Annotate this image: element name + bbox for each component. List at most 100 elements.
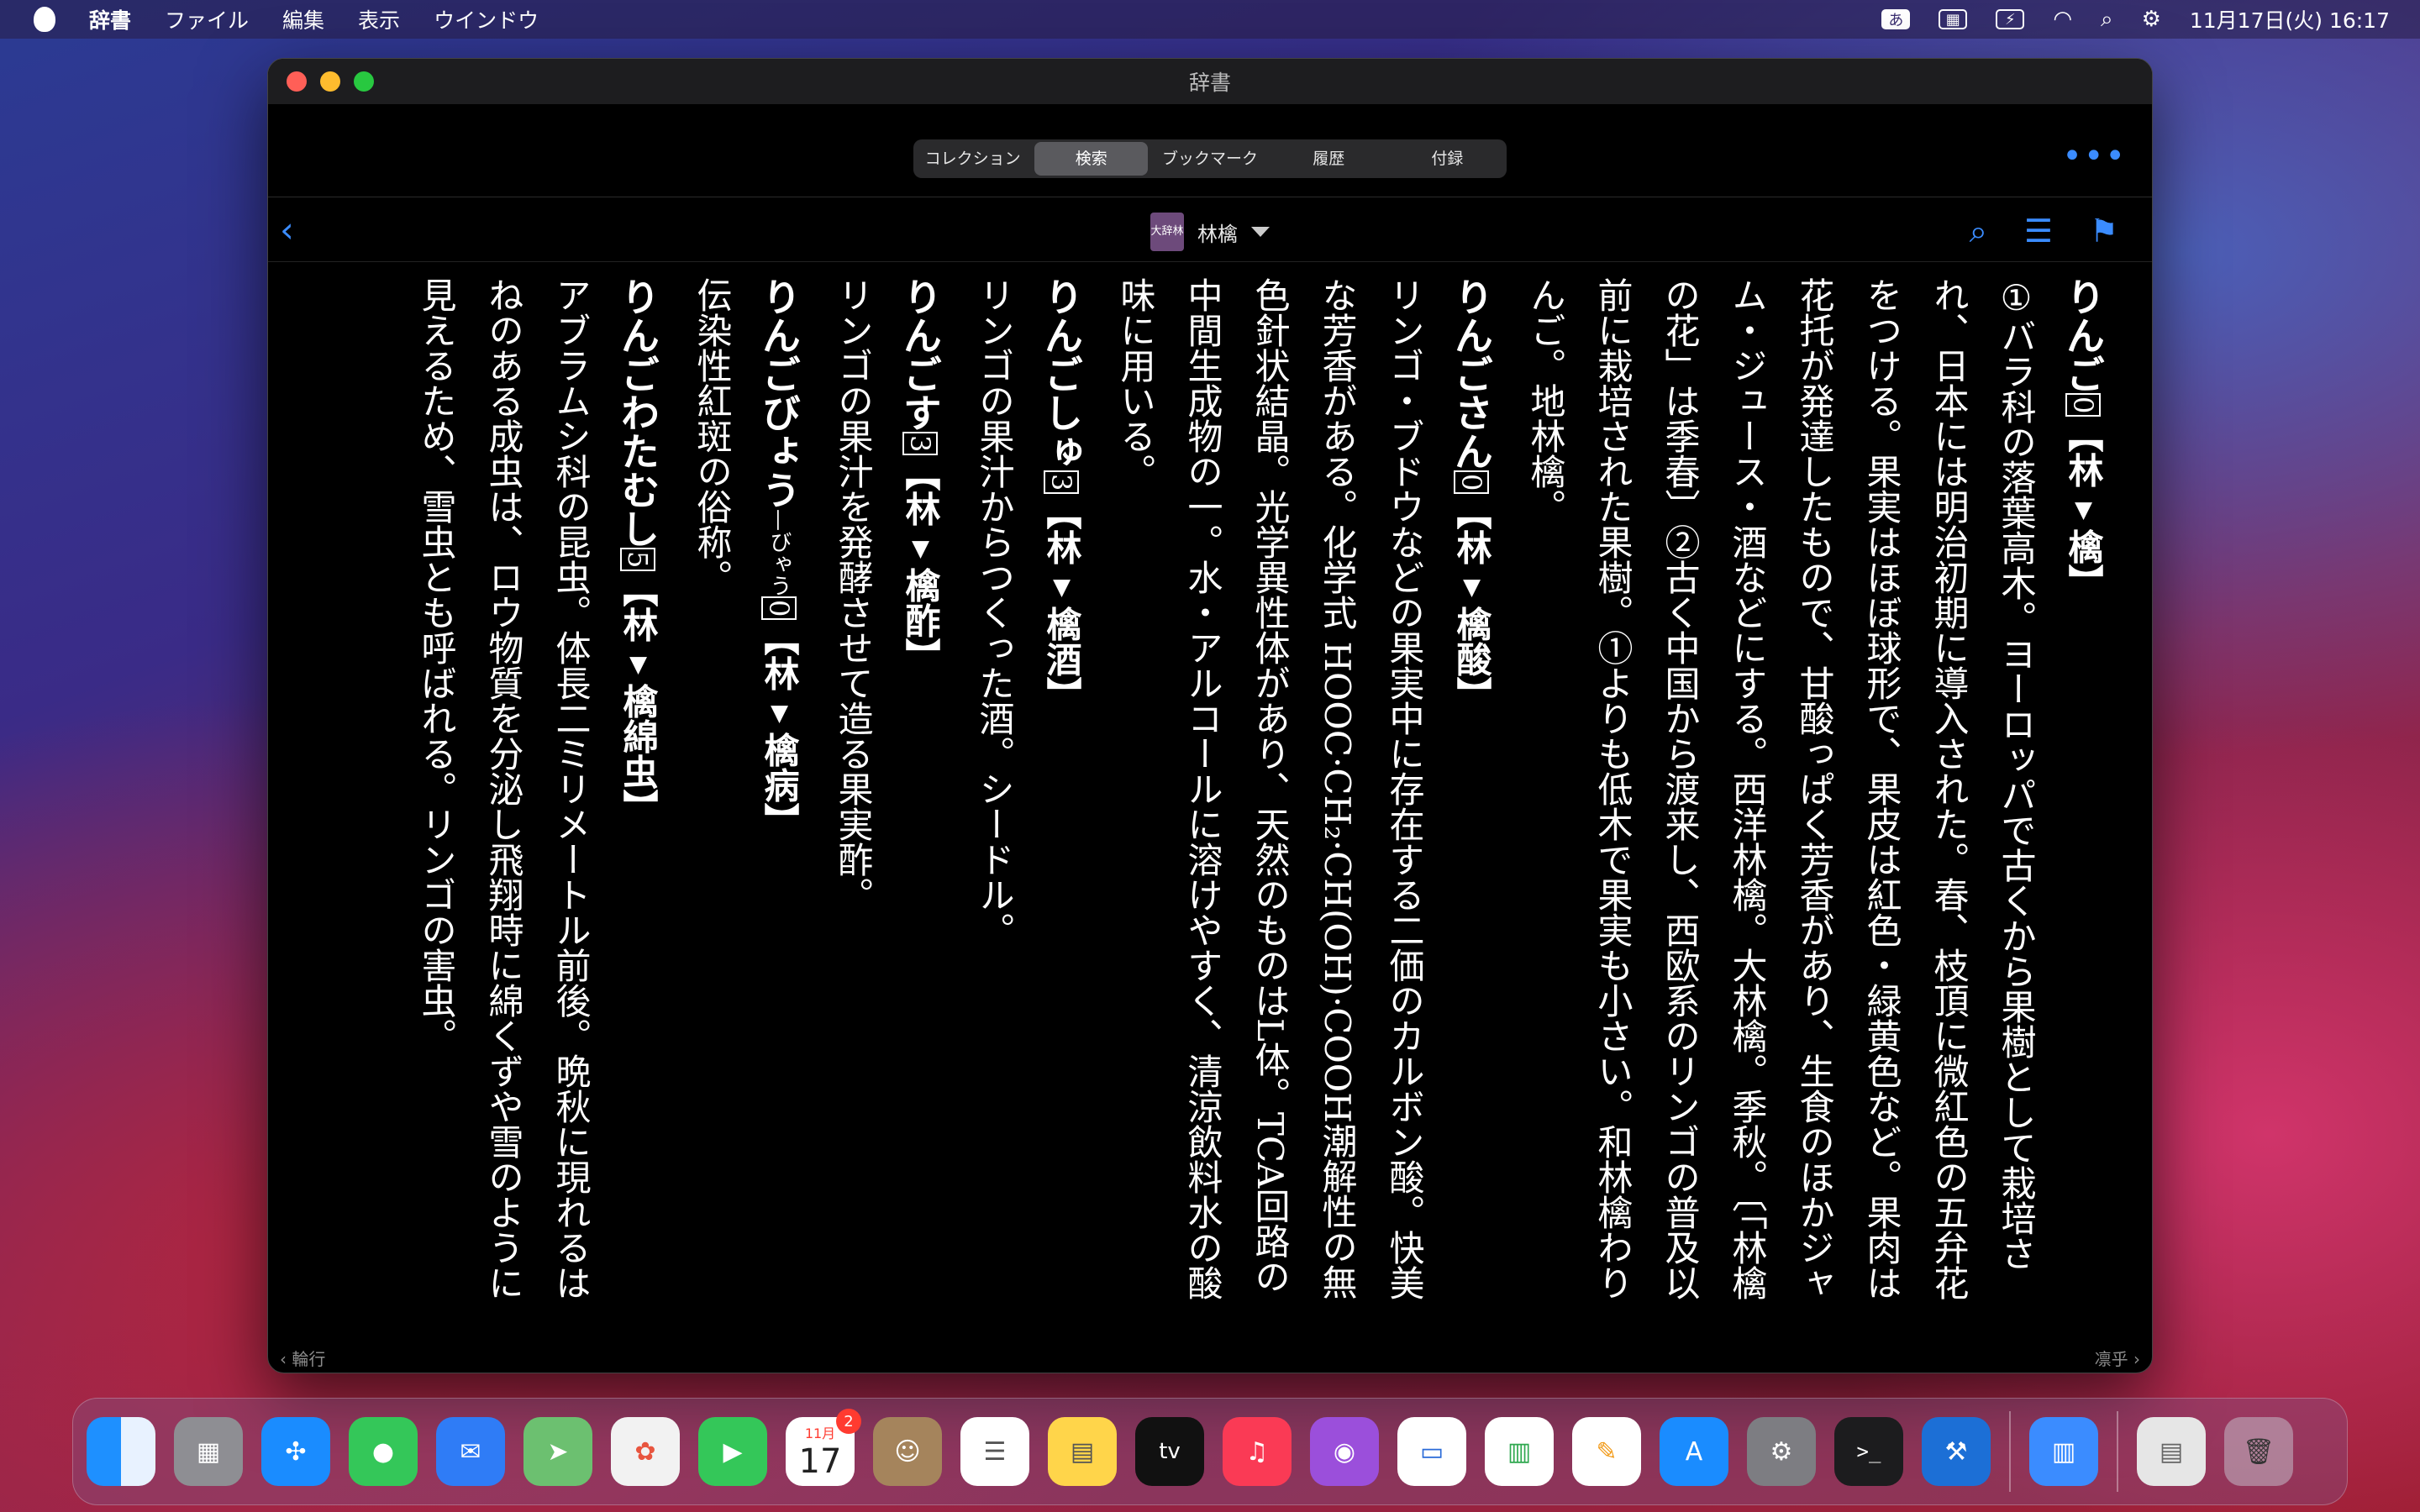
menu-view[interactable]: 表示	[358, 4, 400, 34]
accent-mark: 0	[2065, 393, 2101, 417]
entry-definition: リンゴ・ブドウなどの果実中に存在する二価のカルボン酸。快美な芳香がある。化学式 …	[1115, 277, 1425, 1300]
dictionary-selector[interactable]: 大辞林 林檎	[1150, 213, 1270, 251]
messages-icon[interactable]: ●	[349, 1417, 418, 1486]
dictionary-entry: りんごわたむし5【林▾檎綿虫】 アブラムシ科の昆虫。体長二ミリメートル前後。晩秋…	[402, 277, 671, 1302]
dropdown-caret-icon	[1251, 227, 1270, 237]
tab-bookmarks[interactable]: ブックマーク	[1153, 142, 1266, 176]
accent-mark: 5	[620, 548, 655, 572]
list-icon[interactable]: ☰	[2024, 213, 2053, 250]
dictionary-entry: りんご0【林▾檎】 ①バラ科の落葉高木。ヨーロッパで古くから果樹として栽培され、…	[1512, 277, 2117, 1302]
dictionary-entry: りんごす3【林▾檎酢】 リンゴの果汁を発酵させて造る果実酢。	[819, 277, 954, 1302]
menu-bar: 辞書 ファイル 編集 表示 ウインドウ あ ▦ ⚡ ◠ ⌕ ⚙ 11月17日(火…	[0, 0, 2420, 39]
system-preferences-icon[interactable]: ⚙	[1747, 1417, 1816, 1486]
entry-definition: リンゴの果汁を発酵させて造る果実酢。	[833, 277, 874, 912]
mail-icon[interactable]: ✉	[436, 1417, 505, 1486]
title-bar: 辞書	[268, 59, 2152, 104]
bookmark-icon[interactable]: ⚑	[2090, 213, 2118, 250]
dock: ▦ ✣ ● ✉ ➤ ✿ ▶ 11月 17 2 ☺ ☰ ▤ tv ♫ ◉ ▭ ▥ …	[72, 1398, 2348, 1505]
accent-mark: 3	[902, 432, 938, 456]
tab-search[interactable]: 検索	[1034, 142, 1149, 176]
menu-file[interactable]: ファイル	[165, 4, 249, 34]
zoom-button[interactable]	[354, 71, 374, 92]
battery-icon[interactable]: ⚡	[1996, 9, 2025, 29]
launchpad-icon[interactable]: ▦	[174, 1417, 243, 1486]
contacts-icon[interactable]: ☺	[873, 1417, 942, 1486]
entry-kanji: 【林▾檎病】	[759, 620, 800, 838]
finder-icon[interactable]	[87, 1417, 155, 1486]
control-center-icon[interactable]: ⚙	[2142, 7, 2161, 32]
calendar-icon[interactable]: 11月 17 2	[786, 1409, 861, 1486]
pages-icon[interactable]: ✎	[1572, 1417, 1641, 1486]
calendar-day: 17	[798, 1442, 842, 1481]
tab-collection[interactable]: コレクション	[916, 142, 1029, 176]
back-chevron-icon[interactable]: ‹	[280, 209, 294, 250]
more-options-icon[interactable]: •••	[2062, 139, 2127, 173]
previous-entry-link[interactable]: ‹ 輪行	[280, 1346, 325, 1370]
music-icon[interactable]: ♫	[1223, 1417, 1292, 1486]
entry-definition: 伝染性紅斑の俗称。	[692, 277, 733, 595]
calendar-badge: 2	[836, 1409, 861, 1434]
safari-icon[interactable]: ✣	[261, 1417, 330, 1486]
entry-kanji: 【林▾檎酒】	[1041, 494, 1082, 712]
wifi-icon[interactable]: ◠	[2053, 7, 2072, 32]
reminders-icon[interactable]: ☰	[960, 1417, 1029, 1486]
downloads-stack-icon[interactable]: ▤	[2137, 1417, 2206, 1486]
dictionary-badge-icon: 大辞林	[1150, 213, 1184, 251]
entry-headword: りんごびょう	[756, 277, 802, 509]
accent-mark: 3	[1044, 470, 1079, 495]
search-icon[interactable]: ⌕	[1970, 213, 1987, 250]
entry-definition: アブラムシ科の昆虫。体長二ミリメートル前後。晩秋に現れるはねのある成虫は、ロウ物…	[416, 277, 592, 1300]
nav-bar: ‹ 大辞林 林檎 ⌕ ☰ ⚑	[268, 197, 2152, 262]
dictionary-window: 辞書 コレクション 検索 ブックマーク 履歴 付録 ••• ‹ 大辞林 林檎 ⌕…	[267, 58, 2153, 1373]
dock-separator	[2117, 1411, 2118, 1492]
toolbar: コレクション 検索 ブックマーク 履歴 付録 •••	[268, 104, 2152, 197]
minimize-button[interactable]	[320, 71, 340, 92]
current-headword: 林檎	[1197, 222, 1238, 246]
entry-headword: りんご	[2060, 277, 2106, 393]
footer: ‹ 輪行 凛乎 ›	[268, 1342, 2152, 1373]
dictionary-app-icon[interactable]: ▥	[2029, 1417, 2098, 1486]
window-title: 辞書	[1188, 71, 1231, 95]
notes-icon[interactable]: ▤	[1048, 1417, 1117, 1486]
tab-appendix[interactable]: 付録	[1391, 142, 1504, 176]
entry-definition: ①バラ科の落葉高木。ヨーロッパで古くから果樹として栽培され、日本には明治初期に導…	[1525, 277, 2037, 1300]
trash-icon[interactable]: 🗑	[2224, 1417, 2293, 1486]
app-store-icon[interactable]: A	[1660, 1417, 1728, 1486]
entry-kanji: 【林▾檎酸】	[1451, 494, 1492, 712]
calendar-month: 11月	[804, 1425, 836, 1441]
menu-edit[interactable]: 編集	[282, 4, 324, 34]
close-button[interactable]	[287, 71, 307, 92]
accent-mark: 0	[761, 596, 797, 621]
entry-kanji: 【林▾檎酢】	[900, 455, 941, 674]
menu-app-name[interactable]: 辞書	[89, 4, 131, 34]
dock-separator	[2009, 1411, 2011, 1492]
menu-window[interactable]: ウインドウ	[434, 4, 539, 34]
entry-kanji: 【林▾檎】	[2063, 417, 2104, 600]
entry-headword: りんごす	[897, 277, 943, 432]
terminal-icon[interactable]: >_	[1834, 1417, 1903, 1486]
entry-reading: —びゃう	[766, 509, 792, 596]
tab-bar: コレクション 検索 ブックマーク 履歴 付録	[913, 139, 1507, 178]
entry-headword: りんごしゅ	[1039, 277, 1084, 470]
accent-mark: 0	[1454, 470, 1489, 495]
spotlight-search-icon[interactable]: ⌕	[2101, 7, 2113, 33]
numbers-icon[interactable]: ▥	[1485, 1417, 1554, 1486]
apple-tv-label: tv	[1159, 1439, 1181, 1464]
dictionary-entry: りんごびょう—びゃう0【林▾檎病】 伝染性紅斑の俗称。	[678, 277, 813, 1302]
input-method-icon[interactable]: あ	[1881, 9, 1911, 29]
xcode-icon[interactable]: ⚒	[1922, 1417, 1991, 1486]
photos-icon[interactable]: ✿	[611, 1417, 680, 1486]
facetime-icon[interactable]: ▶	[698, 1417, 767, 1486]
maps-icon[interactable]: ➤	[523, 1417, 592, 1486]
entry-headword: りんごわたむし	[615, 277, 660, 548]
next-entry-link[interactable]: 凛乎 ›	[2095, 1346, 2140, 1370]
keynote-icon[interactable]: ▭	[1397, 1417, 1466, 1486]
podcasts-icon[interactable]: ◉	[1310, 1417, 1379, 1486]
entry-definition: リンゴの果汁からつくった酒。シードル。	[974, 277, 1015, 948]
tab-history[interactable]: 履歴	[1272, 142, 1386, 176]
dictionary-entry: りんごしゅ3【林▾檎酒】 リンゴの果汁からつくった酒。シードル。	[960, 277, 1095, 1302]
menu-clock[interactable]: 11月17日(火) 16:17	[2190, 4, 2390, 34]
keyboard-icon[interactable]: ▦	[1939, 9, 1968, 29]
apple-menu-icon[interactable]	[34, 7, 55, 32]
apple-tv-icon[interactable]: tv	[1135, 1417, 1204, 1486]
